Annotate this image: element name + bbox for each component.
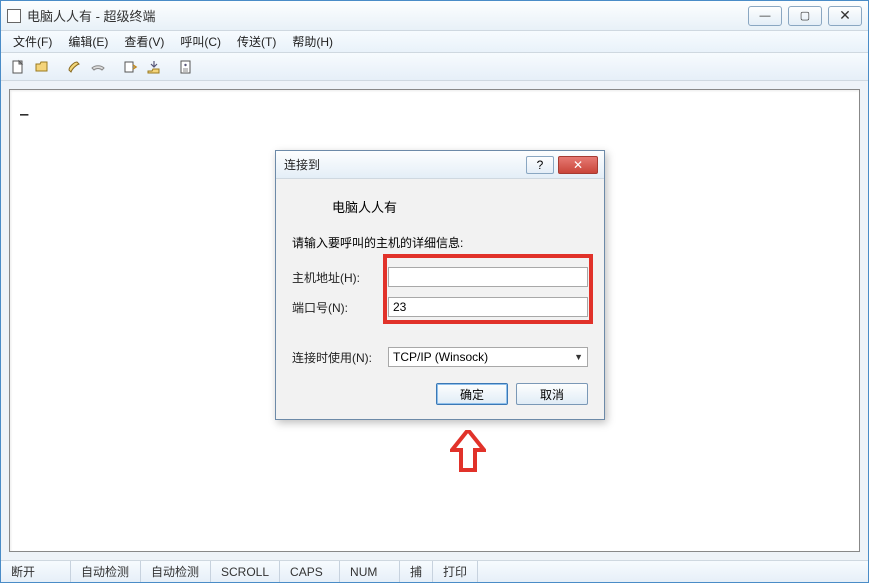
receive-icon[interactable] (143, 56, 165, 78)
status-capture: 捕 (400, 561, 433, 582)
properties-icon[interactable] (175, 56, 197, 78)
statusbar: 断开 自动检测 自动检测 SCROLL CAPS NUM 捕 打印 (1, 560, 868, 582)
hangup-icon[interactable] (87, 56, 109, 78)
menu-file[interactable]: 文件(F) (5, 31, 60, 52)
connect-using-label: 连接时使用(N): (292, 349, 388, 366)
status-autodetect1: 自动检测 (71, 561, 141, 582)
connect-dialog: 连接到 ? ✕ 电脑人人有 请输入要呼叫的主机的详细信息: 主机地址(H): 端… (275, 150, 605, 420)
dialog-help-button[interactable]: ? (526, 156, 554, 174)
port-number-input[interactable] (388, 297, 588, 317)
titlebar: 电脑人人有 - 超级终端 — ▢ ✕ (1, 1, 868, 31)
toolbar (1, 53, 868, 81)
chevron-down-icon: ▼ (574, 352, 583, 362)
phone-icon[interactable] (63, 56, 85, 78)
close-button[interactable]: ✕ (828, 6, 862, 26)
ok-button[interactable]: 确定 (436, 383, 508, 405)
menu-call[interactable]: 呼叫(C) (172, 31, 229, 52)
send-icon[interactable] (119, 56, 141, 78)
dialog-instruction: 请输入要呼叫的主机的详细信息: (292, 234, 588, 251)
app-icon (7, 9, 21, 23)
status-num: NUM (340, 561, 400, 582)
status-scroll: SCROLL (211, 561, 280, 582)
dialog-title: 连接到 (282, 156, 526, 173)
status-autodetect2: 自动检测 (141, 561, 211, 582)
window-controls: — ▢ ✕ (748, 6, 862, 26)
menu-view[interactable]: 查看(V) (116, 31, 172, 52)
status-caps: CAPS (280, 561, 340, 582)
connect-using-value: TCP/IP (Winsock) (393, 350, 488, 364)
menu-edit[interactable]: 编辑(E) (60, 31, 116, 52)
dialog-body: 电脑人人有 请输入要呼叫的主机的详细信息: 主机地址(H): 端口号(N): 连… (276, 179, 604, 419)
menubar: 文件(F) 编辑(E) 查看(V) 呼叫(C) 传送(T) 帮助(H) (1, 31, 868, 53)
status-print: 打印 (433, 561, 478, 582)
port-number-label: 端口号(N): (292, 299, 388, 316)
open-icon[interactable] (31, 56, 53, 78)
maximize-button[interactable]: ▢ (788, 6, 822, 26)
cancel-button[interactable]: 取消 (516, 383, 588, 405)
connection-name: 电脑人人有 (332, 197, 588, 216)
host-address-label: 主机地址(H): (292, 269, 388, 286)
host-address-input[interactable] (388, 267, 588, 287)
menu-help[interactable]: 帮助(H) (284, 31, 341, 52)
terminal-cursor (20, 100, 30, 114)
window-title: 电脑人人有 - 超级终端 (27, 6, 748, 25)
connect-using-select[interactable]: TCP/IP (Winsock) ▼ (388, 347, 588, 367)
new-icon[interactable] (7, 56, 29, 78)
status-connection: 断开 (1, 561, 71, 582)
dialog-titlebar: 连接到 ? ✕ (276, 151, 604, 179)
menu-transfer[interactable]: 传送(T) (229, 31, 284, 52)
minimize-button[interactable]: — (748, 6, 782, 26)
dialog-close-button[interactable]: ✕ (558, 156, 598, 174)
